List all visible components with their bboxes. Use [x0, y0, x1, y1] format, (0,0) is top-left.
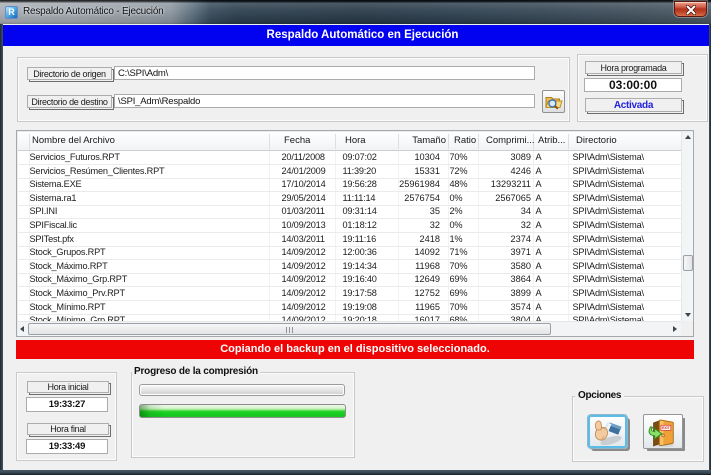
svg-text:EXIT: EXIT	[662, 426, 670, 430]
